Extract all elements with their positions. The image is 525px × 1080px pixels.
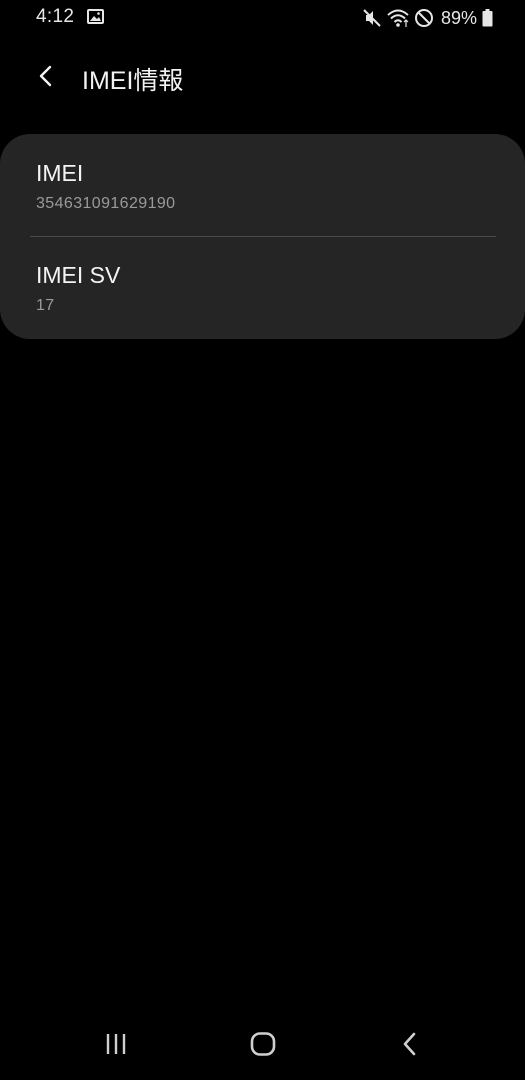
- home-button[interactable]: [243, 1030, 283, 1062]
- chevron-left-icon: [36, 64, 56, 93]
- list-item-imei[interactable]: IMEI 354631091629190: [0, 134, 525, 236]
- imei-sv-value: 17: [36, 297, 55, 314]
- page-title: IMEI情報: [82, 67, 184, 95]
- app-bar: IMEI情報: [0, 48, 525, 106]
- image-icon: [87, 9, 104, 24]
- imei-title: IMEI: [36, 160, 84, 186]
- status-time: 4:12: [36, 6, 75, 27]
- status-icons: 89%: [362, 6, 493, 30]
- imei-value: 354631091629190: [36, 195, 176, 212]
- back-icon: [400, 1031, 420, 1062]
- list-item-imei-sv[interactable]: IMEI SV 17: [0, 237, 525, 339]
- recents-icon: [103, 1032, 129, 1061]
- recents-button[interactable]: [96, 1030, 136, 1062]
- status-bar: 4:12 89%: [0, 0, 525, 36]
- navigation-bar: [0, 1010, 525, 1080]
- nav-back-button[interactable]: [390, 1030, 430, 1062]
- wifi-icon: [387, 8, 409, 28]
- imei-info-card: IMEI 354631091629190 IMEI SV 17: [0, 134, 525, 339]
- home-icon: [249, 1031, 277, 1062]
- battery-percent: 89%: [440, 7, 477, 28]
- battery-icon: [482, 9, 493, 27]
- imei-sv-title: IMEI SV: [36, 262, 121, 288]
- mute-icon: [362, 8, 382, 28]
- do-not-disturb-icon: [414, 8, 434, 28]
- back-button[interactable]: [28, 60, 64, 96]
